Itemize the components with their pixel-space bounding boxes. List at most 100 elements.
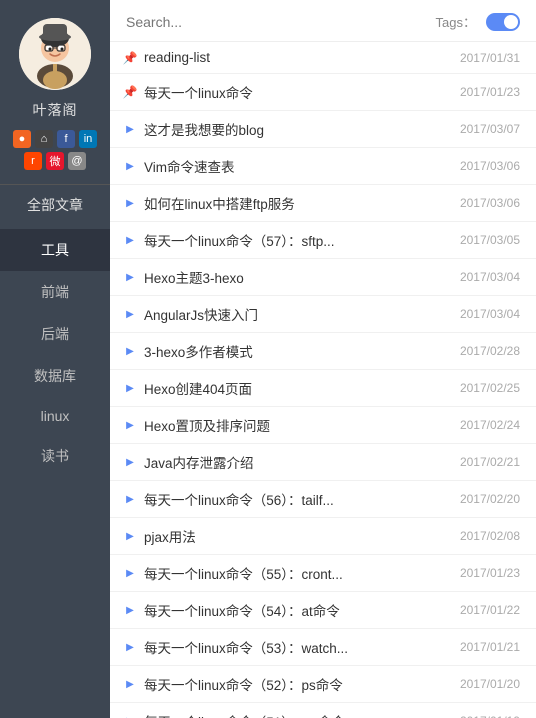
article-list: 📌 reading-list 2017/01/31 📌 每天一个linux命令 2017/…: [110, 42, 536, 718]
article-title: pjax用法: [144, 526, 446, 546]
arrow-icon: ▶: [122, 272, 138, 283]
sidebar-item-backend[interactable]: 后端: [0, 313, 110, 355]
article-date: 2017/02/08: [460, 529, 520, 543]
list-item[interactable]: ▶ 每天一个linux命令（57）：sftp... 2017/03/05: [110, 222, 536, 259]
arrow-icon: ▶: [122, 235, 138, 246]
arrow-icon: ▶: [122, 420, 138, 431]
list-item[interactable]: ▶ AngularJs快速入门 2017/03/04: [110, 296, 536, 333]
pin-icon: 📌: [122, 51, 138, 65]
list-item[interactable]: 📌 reading-list 2017/01/31: [110, 42, 536, 74]
article-date: 2017/01/23: [460, 566, 520, 580]
article-title: 每天一个linux命令: [144, 82, 446, 102]
site-name: 叶落阁: [33, 100, 78, 120]
sidebar-item-frontend[interactable]: 前端: [0, 271, 110, 313]
github-icon[interactable]: ⌂: [35, 130, 53, 148]
sidebar-item-tools[interactable]: 工具: [0, 229, 110, 271]
article-title: 每天一个linux命令（54）：at命令: [144, 600, 446, 620]
list-item[interactable]: ▶每天一个linux命令（51）：wc命令2017/01/19: [110, 703, 536, 718]
tags-label: Tags：: [436, 12, 476, 31]
article-date: 2017/02/24: [460, 418, 520, 432]
arrow-icon: ▶: [122, 531, 138, 542]
article-date: 2017/01/22: [460, 603, 520, 617]
article-date: 2017/03/06: [460, 196, 520, 210]
sidebar-item-database[interactable]: 数据库: [0, 355, 110, 397]
article-date: 2017/02/20: [460, 492, 520, 506]
list-item[interactable]: ▶ 每天一个linux命令（54）：at命令 2017/01/22: [110, 592, 536, 629]
list-item[interactable]: ▶ 这才是我想要的blog 2017/03/07: [110, 111, 536, 148]
article-title: AngularJs快速入门: [144, 304, 446, 324]
arrow-icon: ▶: [122, 309, 138, 320]
arrow-icon: ▶: [122, 124, 138, 135]
article-title: 3-hexo多作者模式: [144, 341, 446, 361]
article-date: 2017/01/31: [460, 51, 520, 65]
arrow-icon: ▶: [122, 605, 138, 616]
article-date: 2017/02/21: [460, 455, 520, 469]
rss-icon[interactable]: ●: [13, 130, 31, 148]
article-date: 2017/02/28: [460, 344, 520, 358]
avatar: [19, 18, 91, 90]
facebook-icon[interactable]: f: [57, 130, 75, 148]
article-title: Hexo主题3-hexo: [144, 267, 446, 287]
article-date: 2017/03/04: [460, 307, 520, 321]
nav-all[interactable]: 全部文章: [0, 184, 110, 225]
article-title: Hexo置顶及排序问题: [144, 415, 446, 435]
list-item[interactable]: ▶ 如何在linux中搭建ftp服务 2017/03/06: [110, 185, 536, 222]
article-date: 2017/03/07: [460, 122, 520, 136]
article-title: 每天一个linux命令（51）：wc命令: [144, 711, 446, 718]
reddit-icon[interactable]: r: [24, 152, 42, 170]
article-title: Java内存泄露介绍: [144, 452, 446, 472]
arrow-icon: ▶: [122, 494, 138, 505]
article-date: 2017/01/19: [460, 714, 520, 718]
article-title: 每天一个linux命令（56）：tailf...: [144, 489, 446, 509]
article-date: 2017/03/06: [460, 159, 520, 173]
weibo-icon[interactable]: 微: [46, 152, 64, 170]
article-date: 2017/01/21: [460, 640, 520, 654]
sidebar: 叶落阁 ● ⌂ f in r 微 @ 全部文章 工具 前端 后端 数据库 lin…: [0, 0, 110, 718]
sidebar-item-linux[interactable]: linux: [0, 397, 110, 435]
toggle-knob: [504, 15, 518, 29]
linkedin-icon[interactable]: in: [79, 130, 97, 148]
article-date: 2017/01/20: [460, 677, 520, 691]
arrow-icon: ▶: [122, 457, 138, 468]
pin-icon: 📌: [122, 85, 138, 99]
arrow-icon: ▶: [122, 679, 138, 690]
article-title: Hexo创建404页面: [144, 378, 446, 398]
arrow-icon: ▶: [122, 568, 138, 579]
article-title: 每天一个linux命令（57）：sftp...: [144, 230, 446, 250]
arrow-icon: ▶: [122, 383, 138, 394]
article-date: 2017/03/05: [460, 233, 520, 247]
article-title: 每天一个linux命令（53）：watch...: [144, 637, 446, 657]
article-date: 2017/01/23: [460, 85, 520, 99]
article-title: 这才是我想要的blog: [144, 119, 446, 139]
article-date: 2017/02/25: [460, 381, 520, 395]
search-input[interactable]: [126, 14, 426, 30]
tags-toggle[interactable]: [486, 13, 520, 31]
article-title: reading-list: [144, 50, 446, 65]
article-title: 每天一个linux命令（52）：ps命令: [144, 674, 446, 694]
list-item[interactable]: ▶ 每天一个linux命令（55）：cront... 2017/01/23: [110, 555, 536, 592]
main-panel: Tags： 📌 reading-list 2017/01/31 📌 每天一个linux命…: [110, 0, 536, 718]
list-item[interactable]: ▶ 3-hexo多作者模式 2017/02/28: [110, 333, 536, 370]
list-item[interactable]: ▶ Hexo置顶及排序问题 2017/02/24: [110, 407, 536, 444]
list-item[interactable]: ▶ 每天一个linux命令（56）：tailf... 2017/02/20: [110, 481, 536, 518]
email-icon[interactable]: @: [68, 152, 86, 170]
article-title: 如何在linux中搭建ftp服务: [144, 193, 446, 213]
list-item[interactable]: ▶ 每天一个linux命令（52）：ps命令 2017/01/20: [110, 666, 536, 703]
list-item[interactable]: ▶ Hexo创建404页面 2017/02/25: [110, 370, 536, 407]
list-item[interactable]: ▶ Vim命令速查表 2017/03/06: [110, 148, 536, 185]
list-item[interactable]: ▶ Hexo主题3-hexo 2017/03/04: [110, 259, 536, 296]
arrow-icon: ▶: [122, 346, 138, 357]
article-date: 2017/03/04: [460, 270, 520, 284]
article-title: Vim命令速查表: [144, 156, 446, 176]
list-item[interactable]: ▶ Java内存泄露介绍 2017/02/21: [110, 444, 536, 481]
list-item[interactable]: ▶ pjax用法 2017/02/08: [110, 518, 536, 555]
sidebar-item-reading[interactable]: 读书: [0, 435, 110, 477]
arrow-icon: ▶: [122, 198, 138, 209]
arrow-icon: ▶: [122, 161, 138, 172]
article-title: 每天一个linux命令（55）：cront...: [144, 563, 446, 583]
list-item[interactable]: 📌 每天一个linux命令 2017/01/23: [110, 74, 536, 111]
arrow-icon: ▶: [122, 642, 138, 653]
list-item[interactable]: ▶ 每天一个linux命令（53）：watch... 2017/01/21: [110, 629, 536, 666]
social-icons: ● ⌂ f in r 微 @: [10, 130, 100, 170]
search-bar: Tags：: [110, 0, 536, 42]
